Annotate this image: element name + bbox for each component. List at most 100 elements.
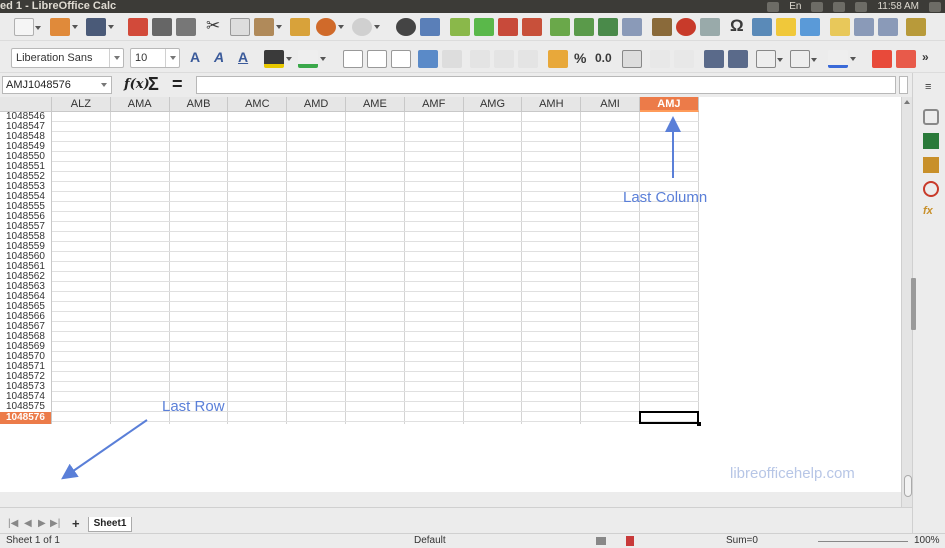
undo-icon[interactable] <box>316 18 344 36</box>
find-replace-icon[interactable] <box>396 18 416 36</box>
new-document-icon[interactable] <box>14 18 41 36</box>
row-header[interactable]: 1048554 <box>0 192 52 202</box>
column-header-amf[interactable]: AMF <box>404 97 464 112</box>
row-header[interactable]: 1048555 <box>0 202 52 212</box>
row-header[interactable]: 1048566 <box>0 312 52 322</box>
row-header[interactable]: 1048572 <box>0 372 52 382</box>
row-header[interactable]: 1048562 <box>0 272 52 282</box>
percent-format-icon[interactable]: % <box>574 50 586 66</box>
gallery-icon[interactable] <box>923 157 939 173</box>
sheet-tab[interactable]: Sheet1 <box>88 517 132 532</box>
column-header-ama[interactable]: AMA <box>110 97 170 112</box>
row-header[interactable]: 1048550 <box>0 152 52 162</box>
cut-icon[interactable]: ✂ <box>206 16 220 36</box>
zoom-level[interactable]: 100% <box>914 534 940 548</box>
pivot-table-icon[interactable] <box>700 18 720 36</box>
row-header[interactable]: 1048560 <box>0 252 52 262</box>
row-header[interactable]: 1048573 <box>0 382 52 392</box>
align-center-icon[interactable] <box>367 50 387 68</box>
align-bottom-icon[interactable] <box>518 50 538 68</box>
navigator-icon[interactable] <box>923 181 939 197</box>
row-header[interactable]: 1048557 <box>0 222 52 232</box>
row-header[interactable]: 1048559 <box>0 242 52 252</box>
battery-icon[interactable] <box>833 1 846 12</box>
comment-icon[interactable] <box>776 18 796 36</box>
keyboard-layout[interactable]: En <box>789 0 801 13</box>
bold-icon[interactable]: A <box>190 49 200 65</box>
conditional-format-icon[interactable] <box>872 50 892 68</box>
last-sheet-icon[interactable]: ▶| <box>50 518 60 529</box>
copy-icon[interactable] <box>230 18 250 36</box>
print-preview-icon[interactable] <box>176 18 196 36</box>
row-header[interactable]: 1048567 <box>0 322 52 332</box>
row-header[interactable]: 1048568 <box>0 332 52 342</box>
export-pdf-icon[interactable] <box>128 18 148 36</box>
decrease-indent-icon[interactable] <box>728 50 748 68</box>
session-icon[interactable] <box>929 1 941 12</box>
add-decimal-icon[interactable] <box>650 50 670 68</box>
align-middle-icon[interactable] <box>494 50 514 68</box>
row-header[interactable]: 1048551 <box>0 162 52 172</box>
row-header[interactable]: 1048547 <box>0 122 52 132</box>
row-header[interactable]: 1048564 <box>0 292 52 302</box>
sidebar-collapse-handle[interactable] <box>911 278 916 330</box>
row-header[interactable]: 1048561 <box>0 262 52 272</box>
insert-image-icon[interactable] <box>652 18 672 36</box>
network-icon[interactable] <box>767 1 780 12</box>
insert-column-icon[interactable] <box>474 18 494 36</box>
hyperlink-icon[interactable] <box>752 18 772 36</box>
functions-icon[interactable]: fx <box>923 205 933 217</box>
column-header-amc[interactable]: AMC <box>228 97 288 112</box>
cell-styles-icon[interactable] <box>896 50 916 68</box>
sidebar-menu-icon[interactable]: ≡ <box>925 81 931 93</box>
column-header-amd[interactable]: AMD <box>287 97 346 112</box>
insert-chart-icon[interactable] <box>676 18 696 36</box>
column-header-amj[interactable]: AMJ <box>640 97 699 112</box>
font-color-icon[interactable] <box>298 50 326 68</box>
merge-cells-icon[interactable] <box>442 50 462 68</box>
align-top-icon[interactable] <box>470 50 490 68</box>
row-header[interactable]: 1048556 <box>0 212 52 222</box>
wrap-text-icon[interactable] <box>418 50 438 68</box>
row-header[interactable]: 1048565 <box>0 302 52 312</box>
row-header[interactable]: 1048548 <box>0 132 52 142</box>
row-header[interactable]: 1048569 <box>0 342 52 352</box>
chevron-down-icon[interactable] <box>165 49 179 67</box>
selection-mode-icon[interactable] <box>596 537 606 545</box>
name-box[interactable]: AMJ1048576 <box>2 76 112 94</box>
function-wizard-icon[interactable]: f(x) <box>124 77 150 92</box>
italic-icon[interactable]: A <box>214 49 224 65</box>
spellcheck-icon[interactable] <box>420 18 440 36</box>
headers-footers-icon[interactable] <box>800 18 820 36</box>
chevron-down-icon[interactable] <box>109 49 123 67</box>
delete-row-icon[interactable] <box>498 18 518 36</box>
expand-formula-icon[interactable] <box>899 76 908 94</box>
row-header[interactable]: 1048575 <box>0 402 52 412</box>
redo-icon[interactable] <box>352 18 380 36</box>
active-cell[interactable] <box>639 411 701 426</box>
borders-icon[interactable] <box>756 50 783 68</box>
font-name-box[interactable]: Liberation Sans <box>11 48 124 68</box>
underline-icon[interactable]: A <box>238 49 248 65</box>
paste-icon[interactable] <box>254 18 282 36</box>
row-header[interactable]: 1048549 <box>0 142 52 152</box>
column-header-ami[interactable]: AMI <box>581 97 640 112</box>
spreadsheet-grid[interactable]: ALZ AMA AMB AMC AMD AME AMF AMG AMH AMI AMJ 1048546… <box>0 97 901 492</box>
border-color-icon[interactable] <box>828 50 856 68</box>
autofilter-icon[interactable] <box>622 18 642 36</box>
row-header[interactable]: 1048546 <box>0 112 52 122</box>
bluetooth-icon[interactable] <box>811 1 824 12</box>
freeze-rows-columns-icon[interactable] <box>854 18 874 36</box>
styles-icon[interactable] <box>923 133 939 149</box>
border-style-icon[interactable] <box>790 50 817 68</box>
number-format-icon[interactable]: 0.0 <box>595 51 612 65</box>
increase-indent-icon[interactable] <box>704 50 724 68</box>
delete-column-icon[interactable] <box>522 18 542 36</box>
zoom-slider[interactable] <box>818 541 908 542</box>
next-sheet-icon[interactable]: ▶ <box>38 518 46 529</box>
align-left-icon[interactable] <box>343 50 363 68</box>
open-folder-icon[interactable] <box>50 18 78 36</box>
column-header-amg[interactable]: AMG <box>463 97 523 112</box>
insert-row-icon[interactable] <box>450 18 470 36</box>
scroll-up-icon[interactable] <box>903 97 912 107</box>
